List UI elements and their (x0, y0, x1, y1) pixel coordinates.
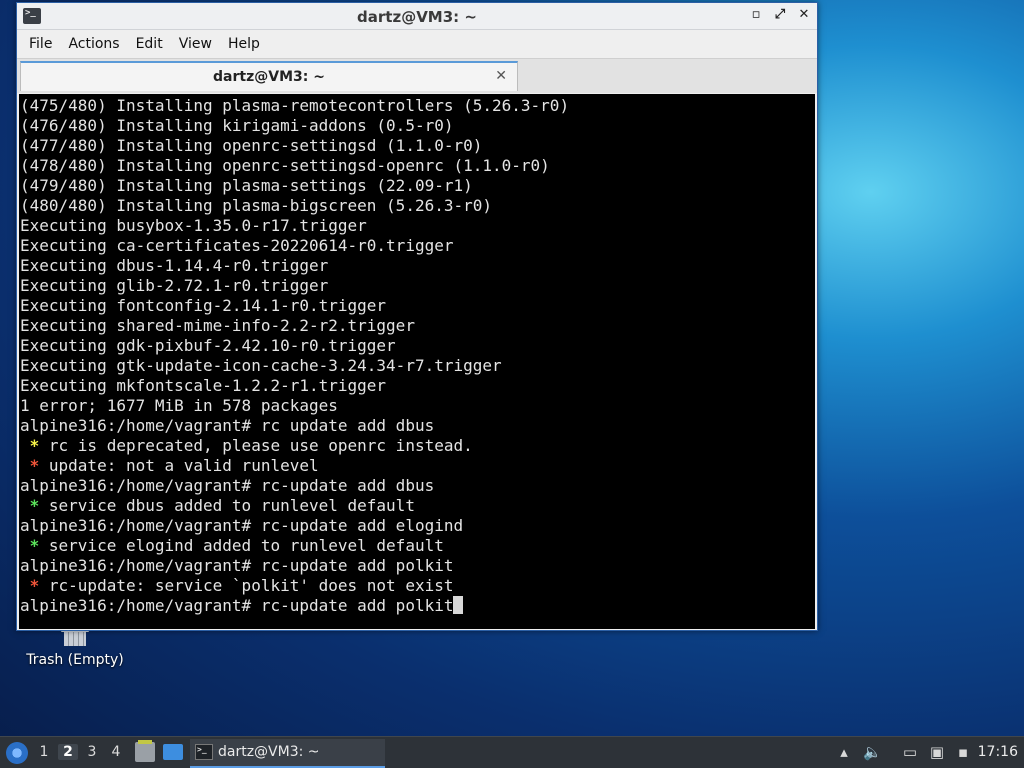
status-bullet: * (20, 576, 40, 595)
terminal-line: (476/480) Installing kirigami-addons (0.… (20, 116, 815, 136)
terminal-line: (475/480) Installing plasma-remotecontro… (20, 96, 815, 116)
terminal-output[interactable]: (475/480) Installing plasma-remotecontro… (19, 94, 815, 629)
terminal-line: Executing mkfontscale-1.2.2-r1.trigger (20, 376, 815, 396)
terminal-line: Executing gdk-pixbuf-2.42.10-r0.trigger (20, 336, 815, 356)
terminal-line: (478/480) Installing openrc-settingsd-op… (20, 156, 815, 176)
status-bullet: * (20, 496, 40, 515)
terminal-line-text: service elogind added to runlevel defaul… (39, 536, 444, 555)
terminal-line: Executing busybox-1.35.0-r17.trigger (20, 216, 815, 236)
taskbar: 1 2 3 4 dartz@VM3: ~ ▴ 🔈 ▭ ▣ ▪ 17:16 (0, 736, 1024, 768)
window-titlebar[interactable]: dartz@VM3: ~ ▫ ⤢ ✕ (17, 3, 817, 30)
text-cursor (453, 596, 464, 614)
file-manager-icon[interactable] (135, 740, 155, 762)
menu-view[interactable]: View (171, 32, 220, 56)
terminal-line-text: Executing gdk-pixbuf-2.42.10-r0.trigger (20, 336, 396, 355)
tab-terminal[interactable]: dartz@VM3: ~ ✕ (20, 61, 518, 91)
menu-help[interactable]: Help (220, 32, 268, 56)
update-notifier-icon[interactable]: ▪ (954, 743, 972, 761)
clipboard-tray-icon[interactable]: ▴ (835, 743, 853, 761)
close-button[interactable]: ✕ (797, 7, 811, 23)
network-icon[interactable]: ▣ (928, 743, 946, 761)
status-bullet: * (20, 536, 40, 555)
terminal-line-text: alpine316:/home/vagrant# rc-update add p… (20, 596, 454, 615)
tab-label: dartz@VM3: ~ (213, 69, 325, 85)
terminal-line: (477/480) Installing openrc-settingsd (1… (20, 136, 815, 156)
terminal-line-text: alpine316:/home/vagrant# rc update add d… (20, 416, 435, 435)
clock[interactable]: 17:16 (978, 744, 1018, 760)
terminal-line-text: Executing dbus-1.14.4-r0.trigger (20, 256, 329, 275)
tab-close-icon[interactable]: ✕ (495, 68, 507, 84)
terminal-line: * service elogind added to runlevel defa… (20, 536, 815, 556)
start-menu-icon[interactable] (6, 742, 28, 764)
terminal-line-text: (480/480) Installing plasma-bigscreen (5… (20, 196, 493, 215)
terminal-line-text: Executing ca-certificates-20220614-r0.tr… (20, 236, 454, 255)
workspace-4[interactable]: 4 (106, 744, 126, 760)
window-controls: ▫ ⤢ ✕ (749, 7, 811, 23)
taskbar-task-label: dartz@VM3: ~ (218, 744, 320, 760)
notes-tray-icon[interactable]: ▭ (901, 743, 919, 761)
terminal-line-text: alpine316:/home/vagrant# rc-update add d… (20, 476, 435, 495)
status-bullet: * (20, 436, 40, 455)
terminal-line: alpine316:/home/vagrant# rc-update add d… (20, 476, 815, 496)
terminal-line: (479/480) Installing plasma-settings (22… (20, 176, 815, 196)
menu-actions[interactable]: Actions (60, 32, 127, 56)
terminal-line-text: (475/480) Installing plasma-remotecontro… (20, 96, 570, 115)
terminal-line: Executing gtk-update-icon-cache-3.24.34-… (20, 356, 815, 376)
terminal-line: alpine316:/home/vagrant# rc-update add p… (20, 556, 815, 576)
terminal-line-text: alpine316:/home/vagrant# rc-update add p… (20, 556, 454, 575)
workspace-2[interactable]: 2 (58, 744, 78, 760)
terminal-line-text: Executing gtk-update-icon-cache-3.24.34-… (20, 356, 502, 375)
taskbar-task-terminal[interactable]: dartz@VM3: ~ (190, 739, 385, 768)
terminal-line-text: rc is deprecated, please use openrc inst… (39, 436, 473, 455)
terminal-line-text: Executing shared-mime-info-2.2-r2.trigge… (20, 316, 415, 335)
terminal-line: alpine316:/home/vagrant# rc-update add e… (20, 516, 815, 536)
terminal-line-text: Executing fontconfig-2.14.1-r0.trigger (20, 296, 387, 315)
terminal-line-text: service dbus added to runlevel default (39, 496, 415, 515)
terminal-window: dartz@VM3: ~ ▫ ⤢ ✕ File Actions Edit Vie… (16, 2, 818, 631)
terminal-line: * rc is deprecated, please use openrc in… (20, 436, 815, 456)
terminal-line-text: (478/480) Installing openrc-settingsd-op… (20, 156, 550, 175)
show-desktop-icon[interactable] (163, 744, 183, 760)
terminal-line: alpine316:/home/vagrant# rc-update add p… (20, 596, 815, 616)
terminal-line-text: update: not a valid runlevel (39, 456, 319, 475)
terminal-line: Executing shared-mime-info-2.2-r2.trigge… (20, 316, 815, 336)
menu-edit[interactable]: Edit (128, 32, 171, 56)
terminal-line-text: (477/480) Installing openrc-settingsd (1… (20, 136, 483, 155)
terminal-line: * service dbus added to runlevel default (20, 496, 815, 516)
terminal-line: * update: not a valid runlevel (20, 456, 815, 476)
terminal-line: alpine316:/home/vagrant# rc update add d… (20, 416, 815, 436)
trash-label: Trash (Empty) (26, 652, 124, 668)
terminal-line-text: Executing mkfontscale-1.2.2-r1.trigger (20, 376, 387, 395)
terminal-line: (480/480) Installing plasma-bigscreen (5… (20, 196, 815, 216)
status-bullet: * (20, 456, 40, 475)
window-title: dartz@VM3: ~ (357, 8, 477, 26)
maximize-button[interactable]: ⤢ (773, 7, 787, 23)
terminal-line-text: (476/480) Installing kirigami-addons (0.… (20, 116, 454, 135)
terminal-line-text: Executing glib-2.72.1-r0.trigger (20, 276, 329, 295)
terminal-line: Executing ca-certificates-20220614-r0.tr… (20, 236, 815, 256)
workspace-3[interactable]: 3 (82, 744, 102, 760)
terminal-line-text: alpine316:/home/vagrant# rc-update add e… (20, 516, 464, 535)
menubar: File Actions Edit View Help (17, 30, 817, 58)
terminal-line: Executing glib-2.72.1-r0.trigger (20, 276, 815, 296)
terminal-line-text: (479/480) Installing plasma-settings (22… (20, 176, 473, 195)
volume-icon[interactable]: 🔈 (863, 743, 882, 761)
terminal-line: Executing fontconfig-2.14.1-r0.trigger (20, 296, 815, 316)
terminal-line: * rc-update: service `polkit' does not e… (20, 576, 815, 596)
terminal-line-text: rc-update: service `polkit' does not exi… (39, 576, 454, 595)
minimize-button[interactable]: ▫ (749, 7, 763, 23)
terminal-task-icon (195, 744, 213, 760)
terminal-line: 1 error; 1677 MiB in 578 packages (20, 396, 815, 416)
menu-file[interactable]: File (21, 32, 60, 56)
terminal-line: Executing dbus-1.14.4-r0.trigger (20, 256, 815, 276)
terminal-line-text: Executing busybox-1.35.0-r17.trigger (20, 216, 367, 235)
tab-bar: dartz@VM3: ~ ✕ (17, 58, 817, 93)
terminal-line-text: 1 error; 1677 MiB in 578 packages (20, 396, 338, 415)
workspace-1[interactable]: 1 (34, 744, 54, 760)
